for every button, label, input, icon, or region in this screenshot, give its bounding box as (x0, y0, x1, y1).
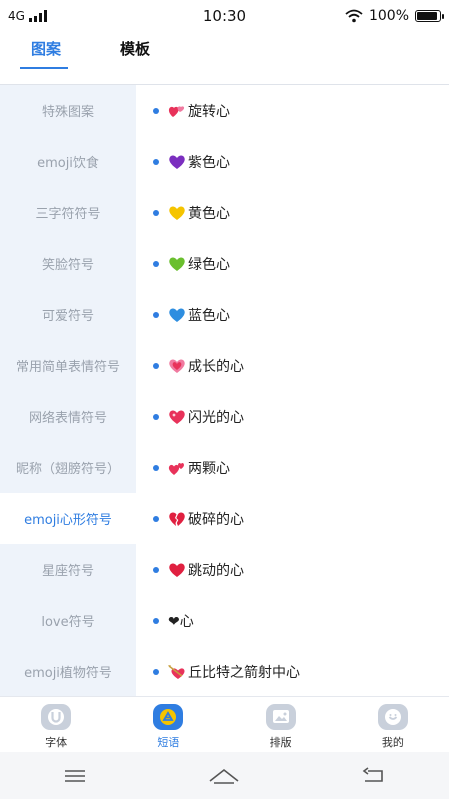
status-time: 10:30 (202, 7, 247, 25)
growing-heart-icon (168, 358, 186, 374)
sidebar-item-common-emoticons[interactable]: 常用简单表情符号 (0, 340, 136, 391)
list-item-label: 跳动的心 (188, 562, 244, 579)
two-hearts-icon (168, 460, 186, 476)
phrase-icon (153, 704, 184, 730)
list-item[interactable]: 绿色心 (136, 238, 449, 289)
sidebar-item-special-patterns[interactable]: 特殊图案 (0, 85, 136, 136)
list-item[interactable]: 两颗心 (136, 442, 449, 493)
tab-templates[interactable]: 模板 (120, 38, 150, 59)
sidebar-item-label: 可爱符号 (41, 309, 94, 324)
sidebar-item-label: 昵称（翅膀符号） (15, 462, 120, 477)
bullet-dot (153, 209, 159, 216)
list-item[interactable]: 蓝色心 (136, 289, 449, 340)
purple-heart-icon (168, 154, 186, 170)
sidebar-item-label: 星座符号 (41, 564, 94, 579)
heart-with-arrow-icon (168, 664, 186, 680)
sidebar-item-emoji-hearts[interactable]: emoji心形符号 (0, 493, 136, 544)
home-icon[interactable] (194, 761, 254, 791)
system-nav-bar (0, 752, 449, 799)
sidebar-item-web-emoticons[interactable]: 网络表情符号 (0, 391, 136, 442)
font-icon (41, 704, 72, 730)
list-item-label: 破碎的心 (188, 511, 244, 528)
sidebar-item-cute[interactable]: 可爱符号 (0, 289, 136, 340)
list-item[interactable]: 紫色心 (136, 136, 449, 187)
nav-label: 短语 (157, 736, 180, 749)
symbol-list: 旋转心 紫色心 黄色心 绿色心 蓝色心 成长的心 闪光的心 两颗心 破碎的心 跳… (136, 85, 449, 696)
status-bar: 4G 10:30 100% (0, 0, 449, 32)
nav-item-layout[interactable]: 排版 (225, 697, 337, 753)
battery-icon (415, 10, 444, 22)
list-item[interactable]: 破碎的心 (136, 493, 449, 544)
bullet-dot (153, 413, 159, 420)
nav-label: 排版 (269, 736, 292, 749)
bullet-dot (153, 464, 159, 471)
bullet-dot (153, 311, 159, 318)
sidebar-item-zodiac[interactable]: 星座符号 (0, 544, 136, 595)
list-item[interactable]: 黄色心 (136, 187, 449, 238)
list-item-label: 两颗心 (188, 460, 230, 477)
sidebar-item-label: emoji植物符号 (24, 666, 112, 681)
top-tabs: 图案 模板 (0, 32, 449, 85)
yellow-heart-icon (168, 205, 186, 221)
list-item-label: 绿色心 (188, 256, 230, 273)
list-item-label: 闪光的心 (188, 409, 244, 426)
sidebar-item-label: 常用简单表情符号 (15, 360, 120, 375)
sidebar-item-emoji-plants[interactable]: emoji植物符号 (0, 646, 136, 697)
list-item[interactable]: 闪光的心 (136, 391, 449, 442)
bullet-dot (153, 515, 159, 522)
bullet-dot (153, 362, 159, 369)
list-item[interactable]: 丘比特之箭射中心 (136, 646, 449, 697)
tab-patterns[interactable]: 图案 (31, 38, 61, 59)
back-icon[interactable] (344, 761, 404, 791)
broken-heart-icon (168, 511, 186, 527)
list-item-label: 旋转心 (188, 103, 230, 120)
category-sidebar: 特殊图案 emoji饮食 三字符符号 笑脸符号 可爱符号 常用简单表情符号 网络… (0, 85, 136, 696)
sidebar-item-label: emoji心形符号 (24, 513, 112, 528)
sidebar-item-label: 特殊图案 (41, 105, 94, 120)
list-item[interactable]: 旋转心 (136, 85, 449, 136)
green-heart-icon (168, 256, 186, 272)
sidebar-item-label: emoji饮食 (37, 156, 99, 171)
bullet-dot (153, 107, 159, 114)
tab-underline (20, 67, 68, 69)
profile-icon (377, 704, 408, 730)
bullet-dot (153, 566, 159, 573)
sidebar-item-three-char[interactable]: 三字符符号 (0, 187, 136, 238)
nav-item-profile[interactable]: 我的 (337, 697, 449, 753)
list-item-label: 黄色心 (188, 205, 230, 222)
list-item[interactable]: 跳动的心 (136, 544, 449, 595)
nav-item-phrase[interactable]: 短语 (112, 697, 224, 753)
sidebar-item-label: 网络表情符号 (28, 411, 107, 426)
list-item-label: 丘比特之箭射中心 (188, 664, 300, 681)
menu-icon[interactable] (45, 761, 105, 791)
bullet-dot (153, 260, 159, 267)
sidebar-item-label: love符号 (41, 615, 95, 630)
list-item-label: 紫色心 (188, 154, 230, 171)
bullet-dot (153, 617, 159, 624)
bottom-nav: 字体 短语 排版 我的 (0, 696, 449, 753)
sparkling-heart-icon (168, 409, 186, 425)
sidebar-item-smiley[interactable]: 笑脸符号 (0, 238, 136, 289)
list-item-label: ❤心 (168, 613, 194, 630)
sidebar-item-love[interactable]: love符号 (0, 595, 136, 646)
blue-heart-icon (168, 307, 186, 323)
bullet-dot (153, 668, 159, 675)
list-item[interactable]: 成长的心 (136, 340, 449, 391)
bullet-dot (153, 158, 159, 165)
list-item[interactable]: ❤心 (136, 595, 449, 646)
revolving-hearts-icon (168, 103, 186, 119)
sidebar-item-label: 笑脸符号 (41, 258, 94, 273)
beating-heart-icon (168, 562, 186, 578)
nav-item-font[interactable]: 字体 (0, 697, 112, 753)
nav-label: 字体 (45, 736, 68, 749)
sidebar-item-emoji-food[interactable]: emoji饮食 (0, 136, 136, 187)
list-item-label: 蓝色心 (188, 307, 230, 324)
sidebar-item-label: 三字符符号 (35, 207, 101, 222)
nav-label: 我的 (381, 736, 404, 749)
list-item-label: 成长的心 (188, 358, 244, 375)
layout-icon (265, 704, 296, 730)
sidebar-item-nickname-wings[interactable]: 昵称（翅膀符号） (0, 442, 136, 493)
